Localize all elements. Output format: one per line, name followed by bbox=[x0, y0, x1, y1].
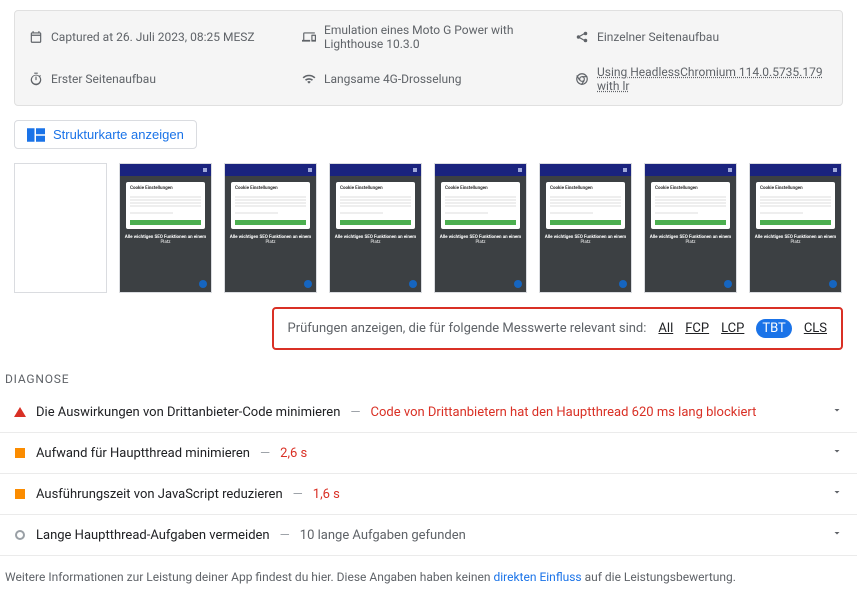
captured-at-text: Captured at 26. Juli 2023, 08:25 MESZ bbox=[51, 30, 255, 44]
network-throttling: Langsame 4G-Drosselung bbox=[302, 65, 555, 93]
filter-bar: Prüfungen anzeigen, die für folgende Mes… bbox=[14, 307, 843, 350]
devices-icon bbox=[302, 30, 316, 44]
audit-row[interactable]: Die Auswirkungen von Drittanbieter-Code … bbox=[0, 392, 857, 433]
session-icon bbox=[575, 30, 589, 44]
single-page-text: Einzelner Seitenaufbau bbox=[597, 30, 719, 44]
captured-at: Captured at 26. Juli 2023, 08:25 MESZ bbox=[29, 23, 282, 51]
filmstrip-frame[interactable]: Cookie EinstellungenAlle wichtigen SEO F… bbox=[749, 163, 842, 293]
chrome-icon bbox=[575, 72, 589, 86]
section-heading: DIAGNOSE bbox=[5, 372, 843, 386]
filmstrip-frame[interactable]: Cookie EinstellungenAlle wichtigen SEO F… bbox=[329, 163, 422, 293]
audit-title: Lange Hauptthread-Aufgaben vermeiden bbox=[36, 528, 270, 543]
filter-pill-lcp[interactable]: LCP bbox=[721, 321, 744, 336]
filmstrip-frame[interactable]: Cookie EinstellungenAlle wichtigen SEO F… bbox=[539, 163, 632, 293]
filmstrip-frame[interactable] bbox=[14, 163, 107, 293]
throttling-text: Langsame 4G-Drosselung bbox=[324, 72, 462, 86]
user-agent: Using HeadlessChromium 114.0.5735.179 wi… bbox=[575, 65, 828, 93]
severity-icon bbox=[14, 448, 26, 458]
footer-after: auf die Leistungsbewertung. bbox=[582, 570, 736, 584]
audit-detail: Code von Drittanbietern hat den Hauptthr… bbox=[371, 405, 757, 420]
footer-note: Weitere Informationen zur Leistung deine… bbox=[0, 556, 857, 598]
chevron-down-icon[interactable] bbox=[831, 486, 843, 502]
filter-pill-tbt[interactable]: TBT bbox=[756, 319, 791, 338]
view-treemap-button[interactable]: Strukturkarte anzeigen bbox=[14, 120, 197, 149]
filmstrip-frame[interactable]: Cookie EinstellungenAlle wichtigen SEO F… bbox=[119, 163, 212, 293]
footer-link[interactable]: direkten Einfluss bbox=[493, 570, 581, 584]
audit-detail: 10 lange Aufgaben gefunden bbox=[300, 528, 466, 543]
filmstrip-frame[interactable]: Cookie EinstellungenAlle wichtigen SEO F… bbox=[434, 163, 527, 293]
audit-detail: 2,6 s bbox=[280, 446, 307, 461]
filter-pill-fcp[interactable]: FCP bbox=[685, 321, 709, 336]
audit-title: Ausführungszeit von JavaScript reduziere… bbox=[36, 487, 283, 502]
filter-pill-all[interactable]: All bbox=[658, 321, 673, 336]
single-page-load: Einzelner Seitenaufbau bbox=[575, 23, 828, 51]
treemap-button-label: Strukturkarte anzeigen bbox=[53, 127, 184, 142]
wifi-icon bbox=[302, 72, 316, 86]
chevron-down-icon[interactable] bbox=[831, 404, 843, 420]
chevron-down-icon[interactable] bbox=[831, 527, 843, 543]
footer-before: Weitere Informationen zur Leistung deine… bbox=[5, 570, 493, 584]
audit-row[interactable]: Aufwand für Hauptthread minimieren — 2,6… bbox=[0, 433, 857, 474]
treemap-icon bbox=[27, 128, 45, 142]
audit-title: Aufwand für Hauptthread minimieren bbox=[36, 446, 250, 461]
user-agent-link[interactable]: Using HeadlessChromium 114.0.5735.179 wi… bbox=[597, 65, 828, 93]
audit-title: Die Auswirkungen von Drittanbieter-Code … bbox=[36, 405, 340, 420]
filter-pill-cls[interactable]: CLS bbox=[804, 321, 827, 336]
audit-detail: 1,6 s bbox=[313, 487, 340, 502]
initial-load-text: Erster Seitenaufbau bbox=[51, 72, 156, 86]
filmstrip-frame[interactable]: Cookie EinstellungenAlle wichtigen SEO F… bbox=[224, 163, 317, 293]
emulated-device: Emulation eines Moto G Power with Lighth… bbox=[302, 23, 555, 51]
timer-icon bbox=[29, 72, 43, 86]
filmstrip: Cookie EinstellungenAlle wichtigen SEO F… bbox=[14, 163, 843, 293]
metric-filter-box: Prüfungen anzeigen, die für folgende Mes… bbox=[272, 307, 844, 350]
emulated-device-text: Emulation eines Moto G Power with Lighth… bbox=[324, 23, 555, 51]
filter-label: Prüfungen anzeigen, die für folgende Mes… bbox=[288, 321, 647, 336]
initial-load: Erster Seitenaufbau bbox=[29, 65, 282, 93]
audit-row[interactable]: Lange Hauptthread-Aufgaben vermeiden — 1… bbox=[0, 515, 857, 556]
runtime-settings-panel: Captured at 26. Juli 2023, 08:25 MESZ Em… bbox=[14, 10, 843, 106]
filmstrip-frame[interactable]: Cookie EinstellungenAlle wichtigen SEO F… bbox=[644, 163, 737, 293]
calendar-icon bbox=[29, 30, 43, 44]
severity-icon bbox=[14, 407, 26, 417]
audit-row[interactable]: Ausführungszeit von JavaScript reduziere… bbox=[0, 474, 857, 515]
chevron-down-icon[interactable] bbox=[831, 445, 843, 461]
severity-icon bbox=[14, 489, 26, 499]
